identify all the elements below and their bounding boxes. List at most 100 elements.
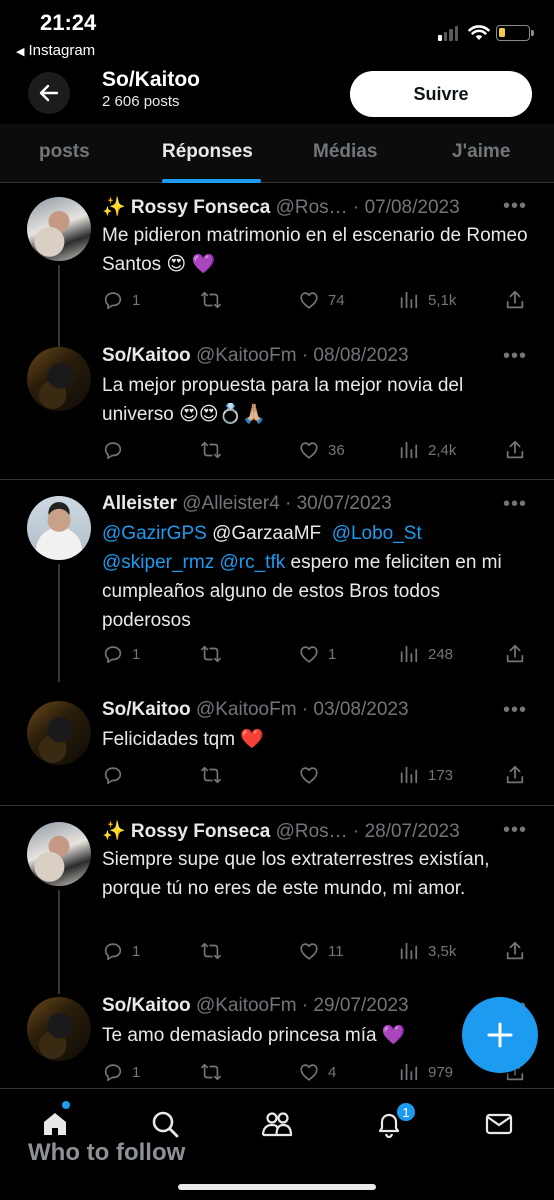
views-button[interactable]: 3,5k: [398, 940, 456, 962]
share-button[interactable]: [504, 439, 526, 461]
share-button[interactable]: [504, 289, 526, 311]
thread-line: [58, 564, 60, 682]
back-button[interactable]: [28, 72, 70, 114]
avatar[interactable]: [27, 496, 91, 560]
reply-icon: [102, 1061, 124, 1083]
tweet-actions: 173: [102, 764, 532, 788]
author-name[interactable]: So/Kaitoo: [102, 345, 191, 366]
reply-icon: [102, 289, 124, 311]
reply-button[interactable]: 1: [102, 643, 140, 665]
home-indicator: [178, 1184, 376, 1190]
communities-icon[interactable]: [261, 1109, 293, 1144]
more-options-icon[interactable]: •••: [503, 819, 527, 842]
author-handle-date: @KaitooFm · 29/07/2023: [195, 995, 409, 1016]
tab-likes[interactable]: J'aime: [452, 141, 510, 163]
tweet-text: La mejor propuesta para la mejor novia d…: [102, 375, 464, 425]
tab-replies[interactable]: Réponses: [162, 141, 253, 163]
posts-count: 2 606 posts: [102, 93, 180, 110]
profile-tabs: posts Réponses Médias J'aime: [0, 124, 554, 183]
tab-posts[interactable]: posts: [39, 141, 90, 163]
share-button[interactable]: [504, 643, 526, 665]
retweet-icon: [200, 289, 222, 311]
views-button[interactable]: 248: [398, 643, 453, 665]
more-options-icon[interactable]: •••: [503, 195, 527, 218]
retweet-icon: [200, 643, 222, 665]
messages-icon[interactable]: [484, 1109, 514, 1144]
mention-link[interactable]: @rc_tfk: [219, 552, 285, 573]
mention-link[interactable]: @Lobo_St: [332, 523, 422, 544]
views-button[interactable]: 173: [398, 764, 453, 786]
compose-button[interactable]: [462, 997, 538, 1073]
avatar[interactable]: [27, 701, 91, 765]
retweet-button[interactable]: [200, 643, 230, 665]
reply-button[interactable]: 1: [102, 940, 140, 962]
retweet-button[interactable]: [200, 764, 230, 786]
share-button[interactable]: [504, 764, 526, 786]
avatar[interactable]: [27, 822, 91, 886]
tweet-actions: 1 11 3,5k: [102, 940, 532, 964]
reply-button[interactable]: [102, 439, 132, 461]
retweet-button[interactable]: [200, 1061, 230, 1083]
tab-media[interactable]: Médias: [313, 141, 377, 163]
retweet-icon: [200, 940, 222, 962]
bottom-navigation: 1 Who to follow: [0, 1088, 554, 1200]
author-name[interactable]: So/Kaitoo: [102, 699, 191, 720]
like-button[interactable]: [298, 764, 328, 786]
author-name[interactable]: Alleister: [102, 493, 177, 514]
share-button[interactable]: [504, 940, 526, 962]
retweet-icon: [200, 439, 222, 461]
reply-button[interactable]: 1: [102, 289, 140, 311]
share-icon: [504, 940, 526, 962]
reply-button[interactable]: [102, 764, 132, 786]
share-icon: [504, 643, 526, 665]
reply-button[interactable]: 1: [102, 1061, 140, 1083]
views-button[interactable]: 5,1k: [398, 289, 456, 311]
mention-link[interactable]: @skiper_rmz: [102, 552, 214, 573]
more-options-icon[interactable]: •••: [503, 345, 527, 368]
author-name[interactable]: ✨ Rossy Fonseca: [102, 821, 270, 842]
views-icon: [398, 764, 420, 786]
like-button[interactable]: 1: [298, 643, 336, 665]
views-icon: [398, 439, 420, 461]
home-new-dot: [62, 1101, 70, 1109]
reply-icon: [102, 439, 124, 461]
share-icon: [504, 289, 526, 311]
retweet-button[interactable]: [200, 940, 230, 962]
tweet-actions: 1 1 248: [102, 643, 532, 667]
arrow-left-icon: [39, 84, 59, 102]
more-options-icon[interactable]: •••: [503, 699, 527, 722]
like-button[interactable]: 36: [298, 439, 345, 461]
tweet-text: Felicidades tqm ❤️: [102, 729, 264, 750]
retweet-icon: [200, 1061, 222, 1083]
avatar[interactable]: [27, 347, 91, 411]
more-options-icon[interactable]: •••: [503, 493, 527, 516]
heart-icon: [298, 1061, 320, 1083]
like-button[interactable]: 74: [298, 289, 345, 311]
thread-line: [58, 890, 60, 994]
profile-name: So/Kaitoo: [102, 68, 200, 91]
author-name[interactable]: ✨ Rossy Fonseca: [102, 197, 270, 218]
avatar[interactable]: [27, 197, 91, 261]
retweet-button[interactable]: [200, 439, 230, 461]
status-bar: 21:24 ◀ Instagram: [0, 0, 554, 62]
author-name[interactable]: So/Kaitoo: [102, 995, 191, 1016]
views-icon: [398, 643, 420, 665]
views-icon: [398, 940, 420, 962]
views-button[interactable]: 979: [398, 1061, 453, 1083]
back-app-label: Instagram: [28, 42, 96, 59]
back-to-app-link[interactable]: ◀ Instagram: [16, 42, 95, 59]
tweet-text: Me pidieron matrimonio en el escenario d…: [102, 225, 528, 275]
who-to-follow-label[interactable]: Who to follow: [28, 1139, 185, 1167]
tweet-actions: 1 4 979: [102, 1061, 532, 1085]
avatar[interactable]: [27, 997, 91, 1061]
thread-line: [58, 265, 60, 355]
plus-icon: [487, 1022, 513, 1048]
views-button[interactable]: 2,4k: [398, 439, 456, 461]
retweet-button[interactable]: [200, 289, 230, 311]
mention-link[interactable]: @GazirGPS: [102, 523, 207, 544]
like-button[interactable]: 4: [298, 1061, 336, 1083]
follow-button[interactable]: Suivre: [350, 71, 532, 117]
like-button[interactable]: 11: [298, 940, 344, 962]
author-handle-date: @Ros… · 28/07/2023: [275, 821, 460, 842]
tweet-actions: 1 74 5,1k: [102, 289, 532, 313]
